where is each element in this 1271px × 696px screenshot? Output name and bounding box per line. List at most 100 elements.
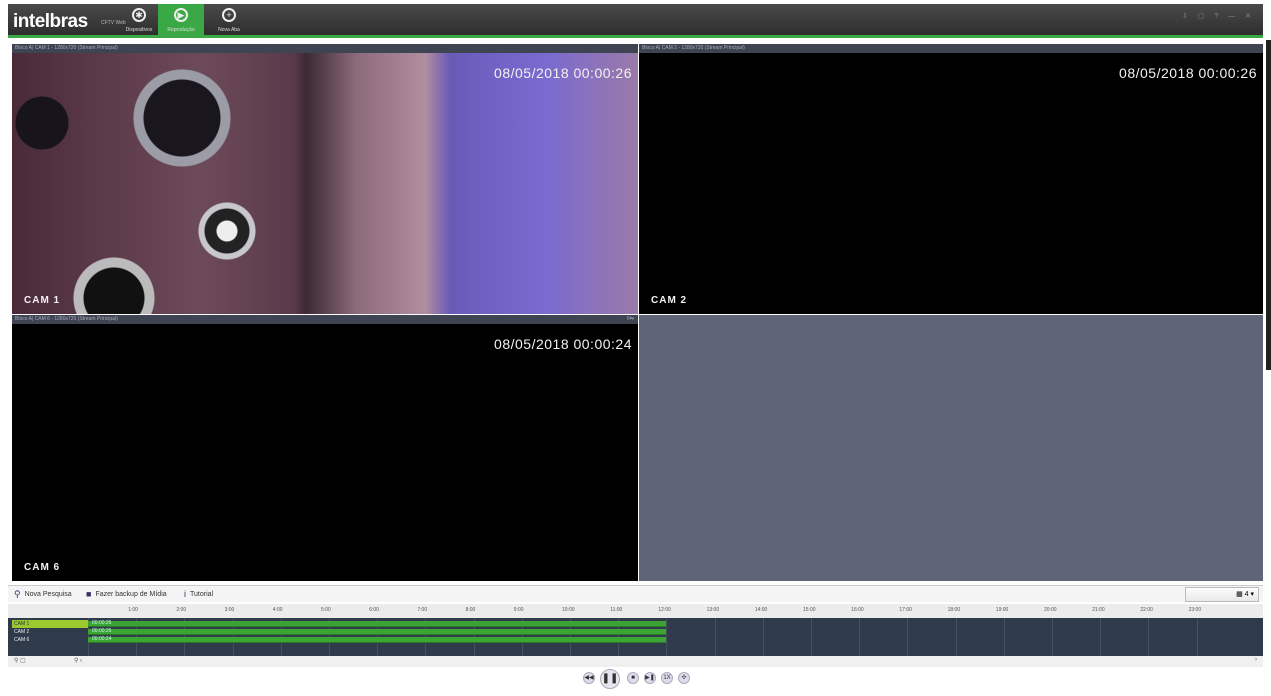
timeline-gridline [1196,618,1198,656]
timeline-tick: 1:00 [128,607,138,613]
new-search-button[interactable]: ⚲ Nova Pesquisa [14,589,72,600]
info-icon: i [184,589,186,599]
timeline-tick: 22:00 [1140,607,1153,613]
timeline-tick: 19:00 [995,607,1009,613]
camera-label: CAM 6 [24,562,61,573]
layout-select[interactable]: ▦ 4 ▾ [1185,587,1259,602]
new-search-label: Nova Pesquisa [24,591,72,598]
speed-icon[interactable]: 1X [661,672,673,684]
pane-header: Bloco A| CAM 6 - 1280x720 (Stream Princi… [12,315,638,324]
timeline-tick: 16:00 [851,607,864,613]
camera-image [12,53,638,314]
next-frame-icon[interactable]: ▶❚ [644,672,656,684]
timeline-tick: 9:00 [513,607,524,613]
zoom-icon[interactable]: ✣ [678,672,690,684]
pane-header-icons[interactable]: 6⇆ [627,315,634,324]
save-icon: ■ [86,589,92,599]
scroll-right-icon[interactable]: › [1255,657,1257,663]
tab-label: Dispositivos [125,27,153,33]
top-bar: intelbras CFTV Web ✱ Dispositivos ▶ Repr… [8,4,1263,38]
track-label[interactable]: CAM 1 [12,620,88,628]
timeline-gridline [955,618,957,656]
timeline-scale[interactable]: 1:00 2:00 3:00 4:00 5:00 6:00 7:00 8:00 9:00 10:0… [8,604,1263,618]
video-feed[interactable]: 08/05/2018 00:00:24 CAM 6 [12,324,638,581]
layout-value: 4 [1244,591,1249,598]
timeline-tick: 6:00 [369,607,379,613]
window-controls[interactable]: ⇩ ▢ ? — ✕ [1182,12,1255,20]
timeline-tick: 12:00 [658,607,671,613]
timeline-gridline [1100,618,1102,656]
tab-label: Nova Aba [218,27,240,33]
pause-icon[interactable]: ❚❚ [600,669,620,689]
zoom-out-icon[interactable]: ⚲ ‹ [74,657,82,664]
track-time: 00:00:26 [92,628,112,634]
timestamp: 08/05/2018 00:00:26 [1119,65,1257,81]
timeline-tick: 13:00 [706,607,720,613]
timeline-gridline [1003,618,1005,656]
track-time: 00:00:24 [92,636,112,642]
timeline-tick: 21:00 [1092,607,1105,613]
empty-video-pane[interactable] [639,315,1263,581]
track-label[interactable]: CAM 2 [12,628,88,636]
tutorial-button[interactable]: i Tutorial [184,589,213,599]
recording-bar[interactable] [88,629,666,635]
search-icon: ⚲ [14,589,21,599]
video-pane-cam2[interactable]: Bloco A| CAM 2 - 1280x720 (Stream Princi… [639,44,1263,314]
app-window: intelbras CFTV Web ✱ Dispositivos ▶ Repr… [0,0,1271,696]
play-icon: ▶ [174,8,188,22]
tab-nova-aba[interactable]: + Nova Aba [206,4,252,38]
timeline-tick: 18:00 [947,607,961,613]
timeline-tick: 15:00 [803,607,816,613]
stop-icon[interactable]: ■ [627,672,639,684]
timeline-gridline [1052,618,1053,656]
grid-icon: ▦ [1236,591,1245,598]
track-time: 00:00:26 [92,620,112,626]
timeline-tick: 8:00 [465,607,476,613]
timeline-tick: 14:00 [754,607,768,613]
track-label[interactable]: CAM 6 [12,636,88,644]
timeline-tracks[interactable]: CAM 1 00:00:26 CAM 2 00:00:26 CAM 6 00:00:24 [8,618,1263,656]
timestamp: 08/05/2018 00:00:24 [494,336,632,352]
timeline-tick: 4:00 [272,607,283,613]
tab-dispositivos[interactable]: ✱ Dispositivos [116,4,162,38]
video-pane-cam6[interactable]: Bloco A| CAM 6 - 1280x720 (Stream Princi… [12,315,638,581]
timeline-tick: 20:00 [1044,607,1057,613]
rewind-icon[interactable]: ◀◀ [583,672,595,684]
video-feed[interactable]: 08/05/2018 00:00:26 CAM 1 [12,53,638,314]
tutorial-label: Tutorial [190,591,214,598]
recording-bar[interactable] [88,637,666,643]
timeline-tick: 17:00 [899,607,912,613]
timeline-gridline [714,618,716,656]
timeline-tick: 2:00 [176,607,187,613]
pane-header: Bloco A| CAM 2 - 1280x720 (Stream Princi… [639,44,1263,53]
timeline-tick: 7:00 [417,607,428,613]
intelbras-logo: intelbras [13,11,88,32]
plus-icon: + [222,8,236,22]
zoom-in-icon[interactable]: ⚲ ▢ [14,657,26,664]
pane-title: Bloco A| CAM 6 - 1280x720 (Stream Princi… [15,316,118,322]
backup-button[interactable]: ■ Fazer backup de Mídia [86,589,167,599]
camera-label: CAM 1 [24,295,61,306]
backup-label: Fazer backup de Mídia [95,591,167,598]
camera-label: CAM 2 [651,295,688,306]
tab-label: Reprodução [167,27,195,33]
right-scrollbar[interactable] [1266,40,1271,370]
timeline-gridline [666,618,668,656]
timeline-gridline [907,618,909,656]
timeline-gridline [811,618,812,656]
timeline-gridline [1148,618,1150,656]
timeline-gridline [859,618,861,656]
timeline-scrollbar[interactable]: ⚲ ▢ ⚲ ‹ › [8,656,1263,667]
timeline-tick: 11:00 [610,607,623,613]
timeline-tick: 3:00 [224,607,235,613]
timeline-gridline [762,618,764,656]
video-pane-cam1[interactable]: Bloco A| CAM 1 - 1280x720 (Stream Princi… [12,44,638,314]
tab-reproducao[interactable]: ▶ Reprodução [158,4,204,38]
video-feed[interactable]: 08/05/2018 00:00:26 CAM 2 [639,53,1263,314]
timeline-tick: 23:00 [1188,607,1202,613]
pane-header: Bloco A| CAM 1 - 1280x720 (Stream Princi… [12,44,638,53]
gear-icon: ✱ [132,8,146,22]
timeline-tick: 10:00 [562,607,575,613]
timestamp: 08/05/2018 00:00:26 [494,65,632,81]
recording-bar[interactable] [88,621,666,627]
